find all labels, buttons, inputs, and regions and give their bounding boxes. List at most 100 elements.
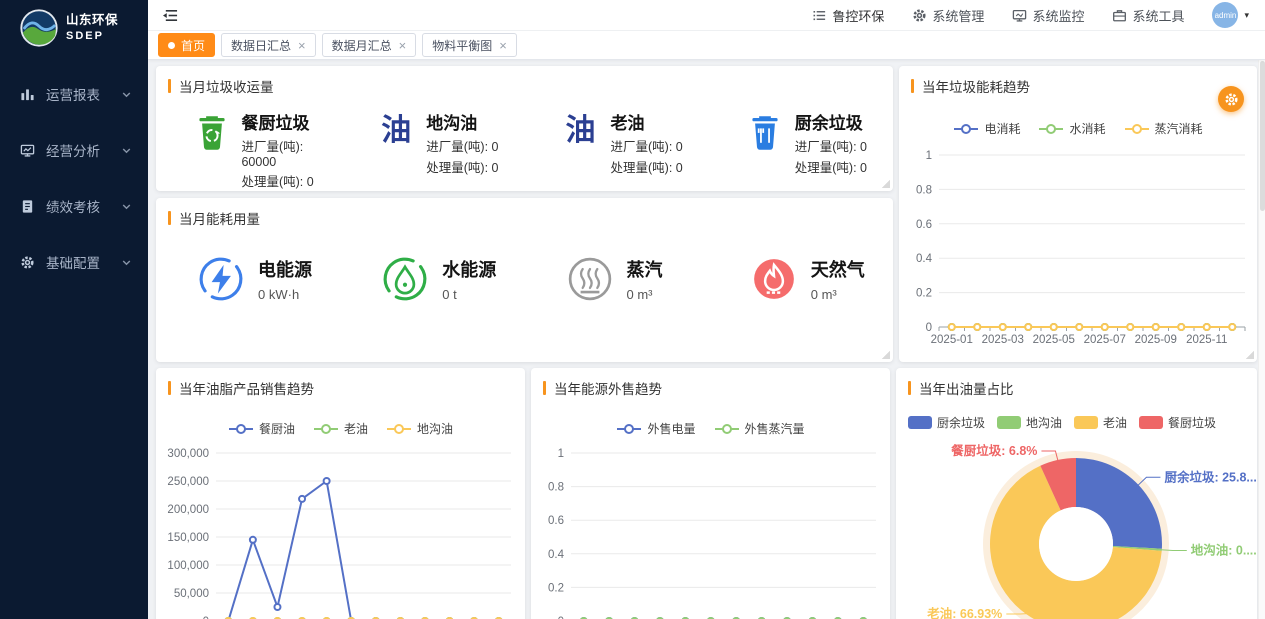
pie-hole: [1039, 507, 1113, 581]
avatar[interactable]: admin: [1212, 2, 1238, 28]
data-point[interactable]: [1178, 324, 1184, 330]
sidebar-item-business-analysis[interactable]: 经营分析: [0, 122, 148, 178]
data-point[interactable]: [949, 324, 955, 330]
user-menu[interactable]: admin ▾: [1212, 2, 1249, 28]
close-tab-icon[interactable]: ×: [399, 39, 407, 52]
tab-data-monthly-summary[interactable]: 数据月汇总×: [322, 33, 417, 57]
legend-marker-icon: [953, 123, 979, 135]
data-point[interactable]: [324, 478, 330, 484]
legend-item-老油[interactable]: 老油: [313, 420, 368, 437]
energy-item-value: 0 t: [442, 287, 496, 302]
data-point[interactable]: [1102, 324, 1108, 330]
data-point[interactable]: [1153, 324, 1159, 330]
legend-item-food-waste[interactable]: 厨余垃圾: [908, 414, 985, 431]
legend-item-电消耗[interactable]: 电消耗: [953, 120, 1020, 137]
data-point[interactable]: [1051, 324, 1057, 330]
pie-label-line: [1161, 550, 1187, 551]
steam-circle-icon: [567, 256, 613, 302]
scrollbar[interactable]: [1258, 60, 1265, 619]
header-nav-system-tools[interactable]: 系统工具: [1112, 6, 1184, 25]
chevron-down-icon[interactable]: ▾: [1244, 10, 1249, 21]
energy-trend-chart: 00.20.40.60.812025-012025-032025-052025-…: [907, 143, 1257, 362]
data-point[interactable]: [299, 496, 305, 502]
energy-item-water: 水能源 0 t: [340, 256, 524, 302]
gear-icon: [1224, 92, 1239, 107]
legend-item-kitchen-waste[interactable]: 餐厨垃圾: [1139, 414, 1216, 431]
scrollbar-thumb[interactable]: [1260, 61, 1265, 211]
legend-item-old-oil[interactable]: 老油: [1074, 414, 1127, 431]
oil-sales-legend: 餐厨油 老油 地沟油: [156, 420, 525, 437]
oil-character: 油: [381, 112, 411, 150]
header-nav-label: 鲁控环保: [832, 6, 884, 25]
trash-blue-icon: [745, 112, 785, 152]
document-icon: [20, 198, 36, 214]
y-tick-label: 0.2: [548, 582, 564, 594]
data-point[interactable]: [1204, 324, 1210, 330]
oil-share-legend: 厨余垃圾 地沟油老油餐厨垃圾: [896, 398, 1257, 431]
legend-item-蒸汽消耗[interactable]: 蒸汽消耗: [1124, 120, 1203, 137]
legend-item-地沟油[interactable]: 地沟油: [386, 420, 453, 437]
card-energy-trend-title: 当年垃圾能耗趋势: [899, 66, 1257, 96]
tab-material-balance[interactable]: 物料平衡图×: [422, 33, 517, 57]
resize-grip[interactable]: [881, 350, 890, 359]
header-nav-lukong-env[interactable]: 鲁控环保: [812, 6, 884, 25]
trash-green-icon: [192, 112, 231, 152]
energy-item-name: 水能源: [442, 256, 496, 282]
chart-settings-button[interactable]: [1218, 86, 1244, 112]
legend-marker-icon: [714, 423, 740, 435]
data-point[interactable]: [1025, 324, 1031, 330]
legend-label: 地沟油: [1026, 414, 1062, 431]
waste-item-metric: 进厂量(吨): 0: [795, 136, 867, 155]
energy-trend-plot[interactable]: 00.20.40.60.812025-012025-032025-052025-…: [907, 143, 1253, 362]
card-oil-sales-title-text: 当年油脂产品销售趋势: [179, 378, 314, 398]
data-point[interactable]: [1000, 324, 1006, 330]
y-tick-label: 0.8: [916, 184, 932, 196]
chevron-down-icon: [121, 145, 132, 156]
energy-item-value: 0 m³: [627, 287, 663, 302]
waste-item-metric: 处理量(吨): 0: [241, 171, 340, 190]
oil-character-icon: 油: [561, 112, 601, 150]
waste-item-text: 餐厨垃圾进厂量(吨): 60000处理量(吨): 0: [241, 109, 340, 190]
energy-sale-plot[interactable]: 00.20.40.60.81: [537, 441, 884, 619]
sidebar-item-performance-assessment[interactable]: 绩效考核: [0, 178, 148, 234]
header-nav-system-monitor[interactable]: 系统监控: [1012, 6, 1084, 25]
data-point[interactable]: [1076, 324, 1082, 330]
card-energy-sale-title-text: 当年能源外售趋势: [554, 378, 662, 398]
waste-item-metric: 进厂量(吨): 60000: [241, 136, 340, 169]
legend-item-外售蒸汽量[interactable]: 外售蒸汽量: [714, 420, 805, 437]
y-tick-label: 0.4: [916, 253, 933, 265]
legend-label: 外售电量: [647, 420, 695, 437]
x-tick-label: 2025-03: [982, 334, 1024, 346]
data-point[interactable]: [1229, 324, 1235, 330]
data-point[interactable]: [274, 604, 280, 610]
resize-grip[interactable]: [1245, 350, 1254, 359]
data-point[interactable]: [974, 324, 980, 330]
legend-swatch: [1139, 416, 1163, 429]
bolt-circle-icon: [198, 256, 244, 302]
oil-output-share-plot[interactable]: 厨余垃圾: 25.8...地沟油: 0....老油: 66.93%餐厨垃圾: 6…: [896, 439, 1257, 619]
x-tick-label: 2025-11: [1186, 334, 1227, 346]
header-nav-system-management[interactable]: 系统管理: [912, 6, 984, 25]
legend-item-餐厨油[interactable]: 餐厨油: [228, 420, 295, 437]
resize-grip[interactable]: [881, 179, 890, 188]
y-tick-label: 1: [558, 448, 564, 460]
waste-item-text: 地沟油进厂量(吨): 0处理量(吨): 0: [426, 109, 498, 176]
tab-home[interactable]: 首页: [158, 33, 215, 57]
close-tab-icon[interactable]: ×: [499, 39, 507, 52]
collapse-sidebar-icon[interactable]: [162, 8, 179, 23]
waste-item-name: 厨余垃圾: [795, 109, 867, 134]
series-line-餐厨油: [228, 481, 498, 619]
oil-sales-plot[interactable]: 050,000100,000150,000200,000250,000300,0…: [162, 441, 519, 619]
close-tab-icon[interactable]: ×: [298, 39, 306, 52]
sidebar-item-operations-report[interactable]: 运营报表: [0, 66, 148, 122]
legend-label: 水消耗: [1069, 120, 1105, 137]
legend-item-外售电量[interactable]: 外售电量: [616, 420, 695, 437]
tab-data-daily-summary[interactable]: 数据日汇总×: [221, 33, 316, 57]
data-point[interactable]: [1127, 324, 1133, 330]
chevron-down-icon: [121, 257, 132, 268]
legend-item-水消耗[interactable]: 水消耗: [1038, 120, 1105, 137]
legend-label: 外售蒸汽量: [745, 420, 805, 437]
data-point[interactable]: [250, 537, 256, 543]
legend-item-gutter-oil[interactable]: 地沟油: [997, 414, 1062, 431]
sidebar-item-basic-config[interactable]: 基础配置: [0, 234, 148, 290]
